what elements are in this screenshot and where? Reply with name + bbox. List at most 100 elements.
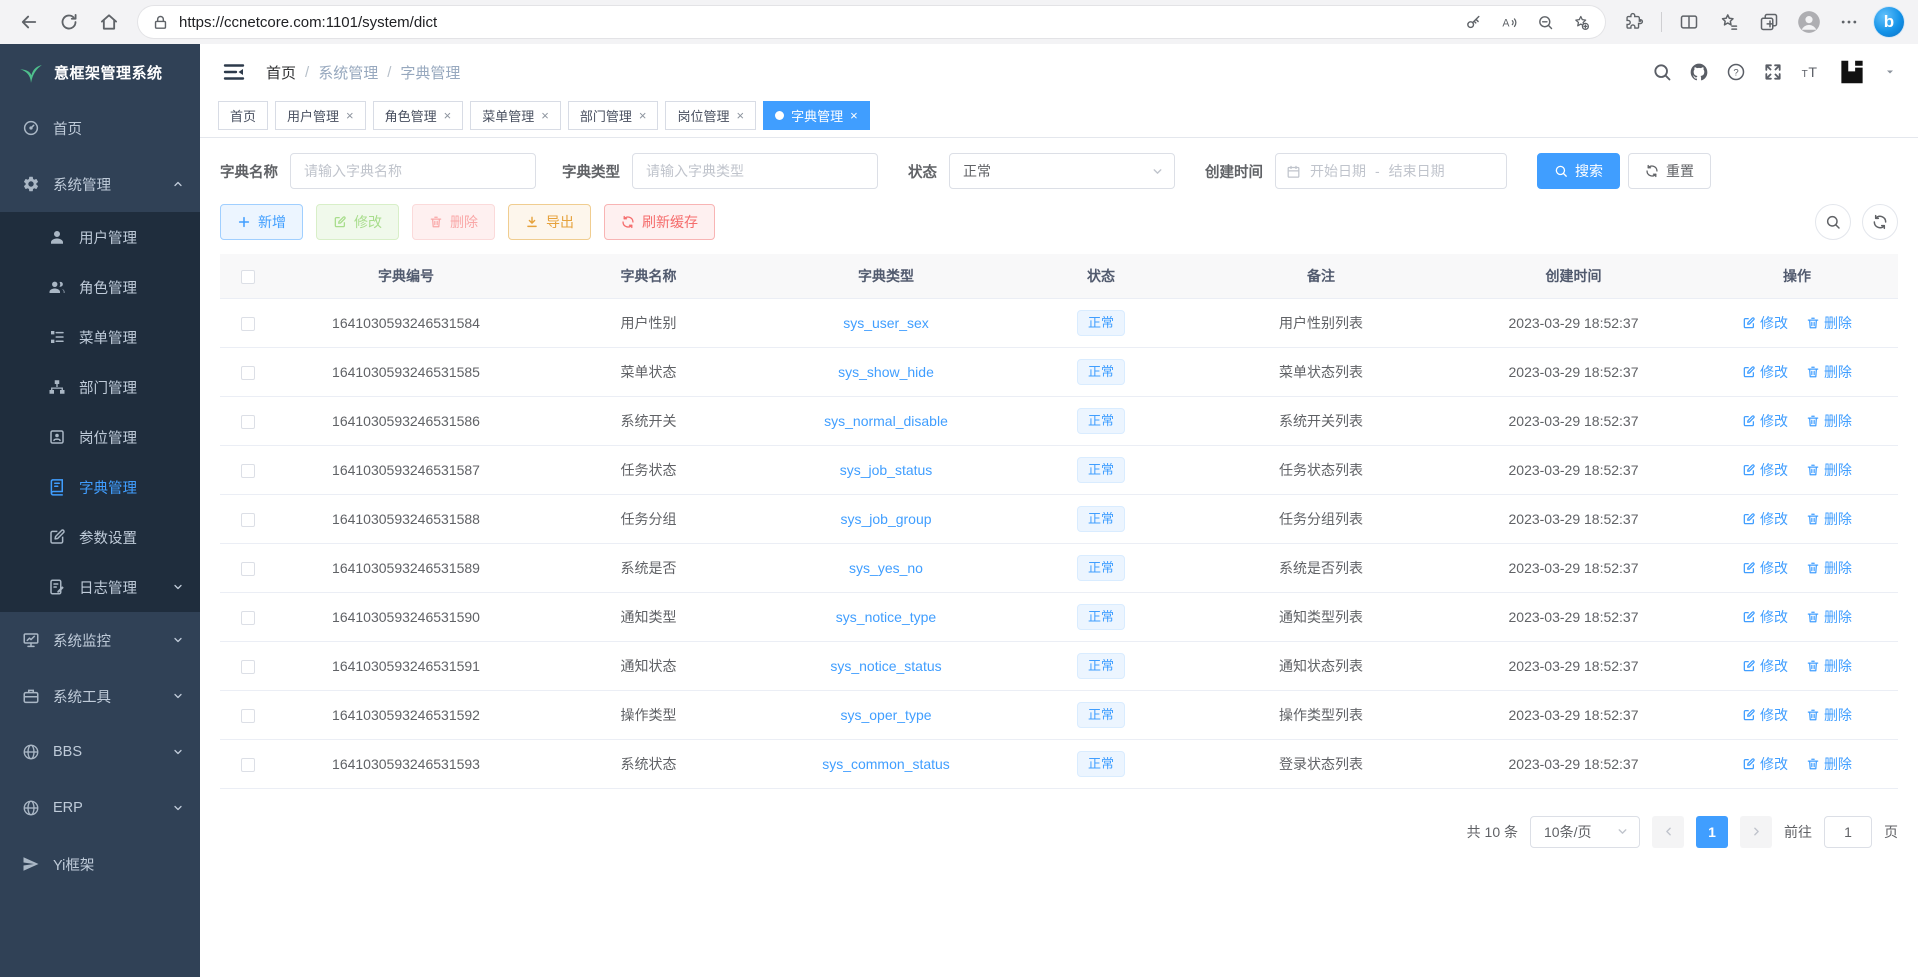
- row-edit-link[interactable]: 修改: [1742, 509, 1788, 529]
- dict-name-input[interactable]: [290, 153, 536, 189]
- add-favorite-icon[interactable]: [1565, 8, 1597, 36]
- tab-岗位管理[interactable]: 岗位管理 ×: [665, 101, 756, 130]
- search-button[interactable]: 搜索: [1537, 153, 1620, 189]
- tab-用户管理[interactable]: 用户管理 ×: [275, 101, 366, 130]
- row-checkbox[interactable]: [241, 513, 255, 527]
- sidebar-item-用户管理[interactable]: 用户管理: [0, 212, 200, 262]
- edit-button[interactable]: 修改: [316, 204, 399, 240]
- browser-home-button[interactable]: [90, 5, 128, 39]
- row-edit-link[interactable]: 修改: [1742, 313, 1788, 333]
- row-edit-link[interactable]: 修改: [1742, 754, 1788, 774]
- sidebar-item-系统管理[interactable]: 系统管理: [0, 156, 200, 212]
- row-delete-link[interactable]: 删除: [1806, 656, 1852, 676]
- user-avatar-logo[interactable]: [1837, 57, 1867, 87]
- row-edit-link[interactable]: 修改: [1742, 558, 1788, 578]
- prev-page-button[interactable]: [1652, 816, 1684, 848]
- row-delete-link[interactable]: 删除: [1806, 558, 1852, 578]
- row-delete-link[interactable]: 删除: [1806, 705, 1852, 725]
- dict-type-link[interactable]: sys_job_group: [840, 511, 931, 527]
- tab-首页[interactable]: 首页: [218, 101, 268, 130]
- breadcrumb-home[interactable]: 首页: [266, 62, 296, 83]
- tab-close-icon[interactable]: ×: [541, 108, 549, 123]
- add-button[interactable]: 新增: [220, 204, 303, 240]
- header-search-icon[interactable]: [1652, 62, 1672, 82]
- github-icon[interactable]: [1689, 62, 1709, 82]
- row-checkbox[interactable]: [241, 709, 255, 723]
- dict-type-input[interactable]: [632, 153, 878, 189]
- help-icon[interactable]: [1726, 62, 1746, 82]
- sidebar-item-岗位管理[interactable]: 岗位管理: [0, 412, 200, 462]
- tab-close-icon[interactable]: ×: [639, 108, 647, 123]
- sidebar-item-角色管理[interactable]: 角色管理: [0, 262, 200, 312]
- browser-profile-avatar[interactable]: [1790, 5, 1828, 39]
- row-edit-link[interactable]: 修改: [1742, 656, 1788, 676]
- split-screen-icon[interactable]: [1670, 5, 1708, 39]
- dict-type-link[interactable]: sys_user_sex: [843, 315, 929, 331]
- sidebar-item-参数设置[interactable]: 参数设置: [0, 512, 200, 562]
- sidebar-item-系统工具[interactable]: 系统工具: [0, 668, 200, 724]
- dict-type-link[interactable]: sys_oper_type: [840, 707, 931, 723]
- row-delete-link[interactable]: 删除: [1806, 313, 1852, 333]
- page-size-select[interactable]: 10条/页: [1530, 816, 1640, 848]
- avatar-caret-icon[interactable]: [1884, 66, 1896, 78]
- dict-type-link[interactable]: sys_show_hide: [838, 364, 934, 380]
- tab-close-icon[interactable]: ×: [850, 108, 858, 123]
- sidebar-item-日志管理[interactable]: 日志管理: [0, 562, 200, 612]
- row-delete-link[interactable]: 删除: [1806, 460, 1852, 480]
- extensions-icon[interactable]: [1615, 5, 1653, 39]
- jump-page-input[interactable]: [1824, 816, 1872, 848]
- row-edit-link[interactable]: 修改: [1742, 460, 1788, 480]
- sidebar-item-Yi框架[interactable]: Yi框架: [0, 836, 200, 892]
- sidebar-item-字典管理[interactable]: 字典管理: [0, 462, 200, 512]
- row-checkbox[interactable]: [241, 660, 255, 674]
- sidebar-collapse-icon[interactable]: [222, 60, 246, 84]
- row-checkbox[interactable]: [241, 415, 255, 429]
- password-key-icon[interactable]: [1457, 8, 1489, 36]
- dict-type-link[interactable]: sys_job_status: [840, 462, 933, 478]
- bing-chat-icon[interactable]: b: [1870, 5, 1908, 39]
- row-delete-link[interactable]: 删除: [1806, 509, 1852, 529]
- tab-字典管理[interactable]: 字典管理 ×: [763, 101, 870, 130]
- row-checkbox[interactable]: [241, 317, 255, 331]
- sidebar-item-系统监控[interactable]: 系统监控: [0, 612, 200, 668]
- row-checkbox[interactable]: [241, 611, 255, 625]
- row-checkbox[interactable]: [241, 758, 255, 772]
- tab-close-icon[interactable]: ×: [346, 108, 354, 123]
- refresh-table-button[interactable]: [1862, 204, 1898, 240]
- tab-角色管理[interactable]: 角色管理 ×: [373, 101, 464, 130]
- current-page[interactable]: 1: [1696, 816, 1728, 848]
- tab-部门管理[interactable]: 部门管理 ×: [568, 101, 659, 130]
- row-checkbox[interactable]: [241, 366, 255, 380]
- row-checkbox[interactable]: [241, 464, 255, 478]
- row-edit-link[interactable]: 修改: [1742, 411, 1788, 431]
- tab-close-icon[interactable]: ×: [444, 108, 452, 123]
- export-button[interactable]: 导出: [508, 204, 591, 240]
- browser-menu-icon[interactable]: [1830, 5, 1868, 39]
- browser-reload-button[interactable]: [50, 5, 88, 39]
- favorites-icon[interactable]: [1710, 5, 1748, 39]
- url-text[interactable]: https://ccnetcore.com:1101/system/dict: [179, 14, 1457, 31]
- select-all-checkbox[interactable]: [241, 270, 255, 284]
- breadcrumb-dict[interactable]: 字典管理: [400, 62, 460, 83]
- read-aloud-icon[interactable]: [1493, 8, 1525, 36]
- show-search-button[interactable]: [1815, 204, 1851, 240]
- date-range-picker[interactable]: 开始日期 - 结束日期: [1275, 153, 1507, 189]
- row-delete-link[interactable]: 删除: [1806, 754, 1852, 774]
- row-edit-link[interactable]: 修改: [1742, 705, 1788, 725]
- tab-菜单管理[interactable]: 菜单管理 ×: [470, 101, 561, 130]
- row-edit-link[interactable]: 修改: [1742, 607, 1788, 627]
- breadcrumb-system[interactable]: 系统管理: [318, 62, 378, 83]
- row-delete-link[interactable]: 删除: [1806, 362, 1852, 382]
- dict-type-link[interactable]: sys_yes_no: [849, 560, 923, 576]
- tab-close-icon[interactable]: ×: [736, 108, 744, 123]
- dict-type-link[interactable]: sys_normal_disable: [824, 413, 948, 429]
- reset-button[interactable]: 重置: [1628, 153, 1711, 189]
- sidebar-item-首页[interactable]: 首页: [0, 100, 200, 156]
- collections-icon[interactable]: [1750, 5, 1788, 39]
- next-page-button[interactable]: [1740, 816, 1772, 848]
- status-select[interactable]: 正常: [949, 153, 1175, 189]
- address-bar[interactable]: https://ccnetcore.com:1101/system/dict: [138, 6, 1605, 38]
- font-size-icon[interactable]: [1800, 62, 1820, 82]
- fullscreen-icon[interactable]: [1763, 62, 1783, 82]
- dict-type-link[interactable]: sys_notice_type: [836, 609, 936, 625]
